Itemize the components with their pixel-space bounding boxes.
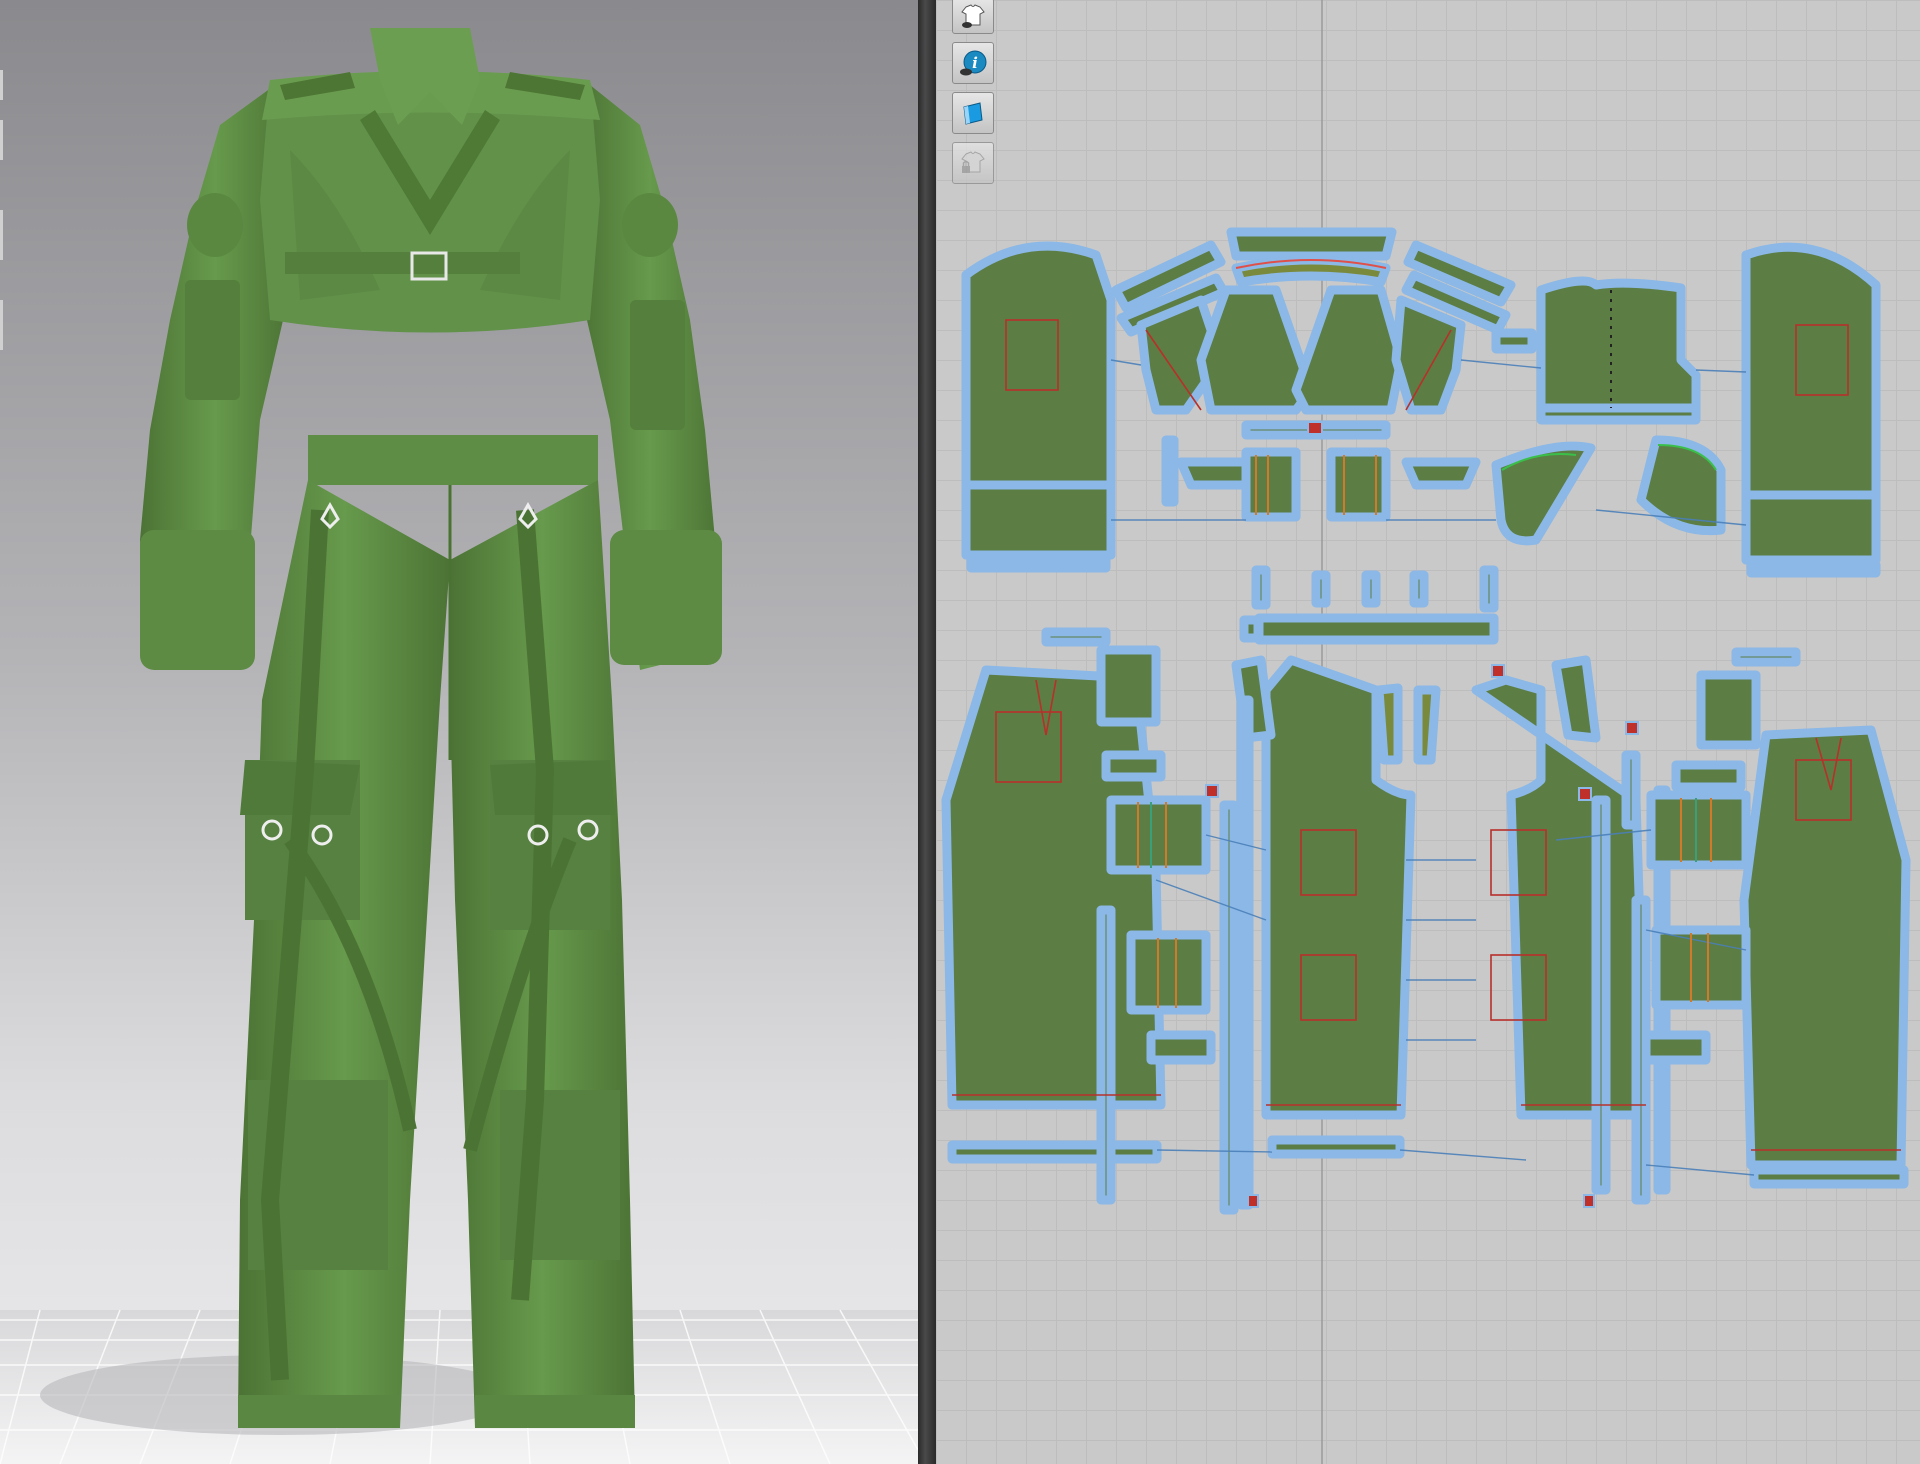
pattern-piece-loop-5 [1479,565,1499,613]
lock-garment-icon [961,151,985,173]
pattern-piece-pocket-mid [1326,447,1391,522]
pattern-piece-loop-4 [1409,570,1429,608]
viewport-splitter[interactable] [918,0,936,1464]
pattern-piece-strap-short-right [1621,750,1641,830]
3d-viewport[interactable] [0,0,918,1464]
pattern-piece-cargo-flap-right [1671,760,1746,792]
pattern-piece-collar [1226,227,1397,261]
pattern-piece-waistband-tab [1239,615,1263,643]
pattern-piece-strap-top-right [1746,560,1881,578]
pattern-piece-hem-left-back [947,1140,1162,1164]
pattern-piece-cargo-bellow-right [1646,790,1751,870]
avatar-garment-render[interactable] [0,0,918,1464]
pattern-piece-cargo-small-left [1146,1030,1216,1065]
pattern-piece-back-band [1536,403,1701,425]
show-texture-icon [963,102,983,125]
pattern-piece-pants-back-right [1739,725,1911,1170]
pattern-piece-dart-right [1413,685,1441,765]
pattern-piece-pants-front-right [1471,675,1651,1120]
pattern-piece-strap-left-long [1236,695,1254,1210]
pattern-piece-sleeve-left-cuff [961,480,1116,560]
pattern-piece-armhole-right [1636,435,1726,536]
show-garment-button[interactable] [952,0,994,34]
pattern-piece-hem-right-back [1749,1165,1909,1189]
pattern-piece-back [1536,276,1701,415]
lock-garment-button[interactable] [952,142,994,184]
cargo-pants[interactable] [238,435,635,1428]
pattern-piece-pants-back-left [941,665,1166,1110]
pattern-piece-armhole-left [1491,441,1596,546]
pattern-piece-cargo-top-left [1096,645,1161,727]
pattern-piece-sleeve-right-cuff [1741,490,1881,565]
pattern-piece-strap-top-left [966,555,1111,573]
show-texture-button[interactable] [952,92,994,134]
pattern-canvas[interactable] [936,0,1920,1464]
pattern-piece-tab [1491,328,1537,354]
pattern-piece-loop-2 [1311,570,1331,608]
pattern-piece-strap-left-inner [1219,800,1239,1215]
pattern-piece-front-center-right [1291,285,1406,415]
pattern-piece-pocket-left [1241,447,1301,522]
pattern-piece-strip-a [1041,627,1111,647]
left-toolbar-strip [0,0,6,380]
pattern-piece-side-pocket-right [1551,655,1601,743]
show-garment-icon [961,4,985,28]
pattern-piece-dart-left [1374,683,1403,765]
pattern-piece-hem-left-front [1267,1135,1405,1159]
pattern-piece-loop-1 [1251,565,1271,610]
pattern-piece-strap-right-inner [1591,795,1611,1195]
pattern-piece-strap-vertical-left [1161,435,1179,507]
show-info-button[interactable]: i [952,42,994,84]
pattern-piece-waistband [1254,613,1499,645]
pattern-piece-hem-strip-right [1631,895,1651,1205]
toolbar-edge-icons [0,70,3,350]
pattern-piece-front-right [1391,295,1466,415]
pattern-piece-sleeve-band-right [1401,457,1481,490]
pattern-piece-cargo-bellow-left-2 [1126,930,1211,1015]
pattern-piece-cargo-small-right [1636,1030,1711,1065]
show-info-icon: i [960,50,987,76]
2d-view-toolbar: i [952,0,996,192]
pattern-piece-loop-3 [1361,570,1381,608]
pattern-piece-cargo-top-right [1696,670,1761,750]
pattern-piece-cargo-bellow-left [1106,795,1211,875]
floor-grid [0,1309,918,1464]
pattern-piece-hem-strip-left [1096,905,1116,1205]
2d-pattern-window[interactable]: i [936,0,1920,1464]
pattern-piece-strip-b [1731,647,1801,667]
svg-text:i: i [972,54,978,72]
pattern-piece-cargo-flap-left [1101,750,1166,782]
